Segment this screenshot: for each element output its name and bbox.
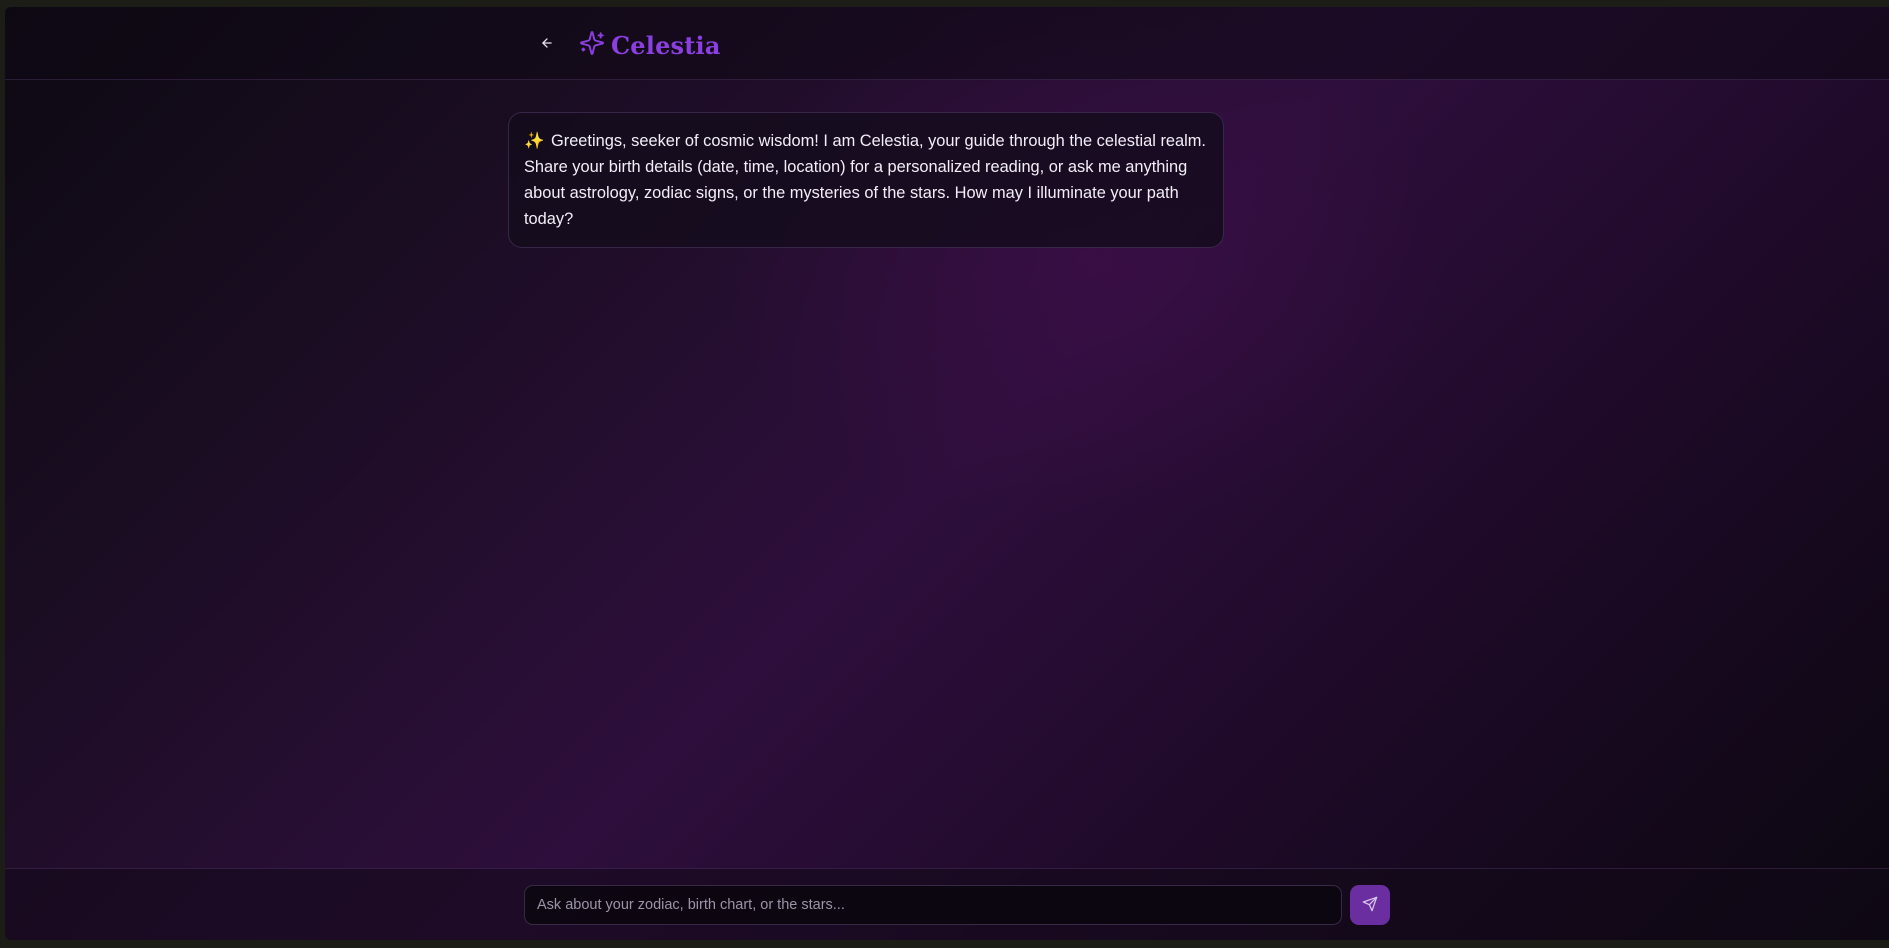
sparkles-icon (579, 30, 605, 61)
brand: Celestia (579, 27, 721, 63)
app-window: Celestia ✨ Greetings, seeker of cosmic w… (5, 7, 1889, 940)
send-button[interactable] (1350, 885, 1390, 925)
message-text: Greetings, seeker of cosmic wisdom! I am… (524, 132, 1206, 228)
sparkle-emoji-icon: ✨ (524, 132, 545, 150)
arrow-left-icon (540, 36, 554, 55)
chat-input[interactable] (524, 885, 1342, 925)
back-button[interactable] (531, 29, 563, 61)
page-title: Celestia (611, 30, 721, 60)
assistant-message: ✨ Greetings, seeker of cosmic wisdom! I … (508, 112, 1224, 248)
chat-header: Celestia (5, 7, 1889, 80)
send-icon (1362, 896, 1378, 915)
